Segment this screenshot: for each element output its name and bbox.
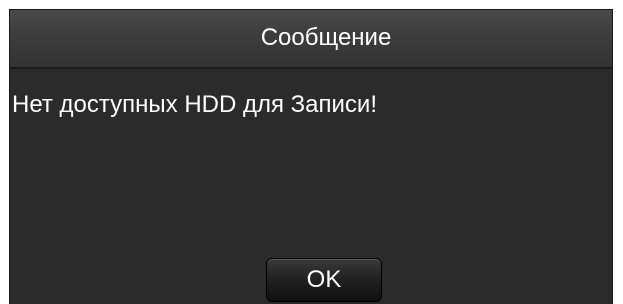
dialog-titlebar: Сообщение (10, 10, 612, 69)
message-dialog: Сообщение Нет доступных HDD для Записи! … (9, 9, 613, 304)
dialog-message: Нет доступных HDD для Записи! (12, 91, 377, 118)
ok-button[interactable]: OK (266, 258, 382, 302)
dialog-title: Сообщение (260, 24, 392, 51)
